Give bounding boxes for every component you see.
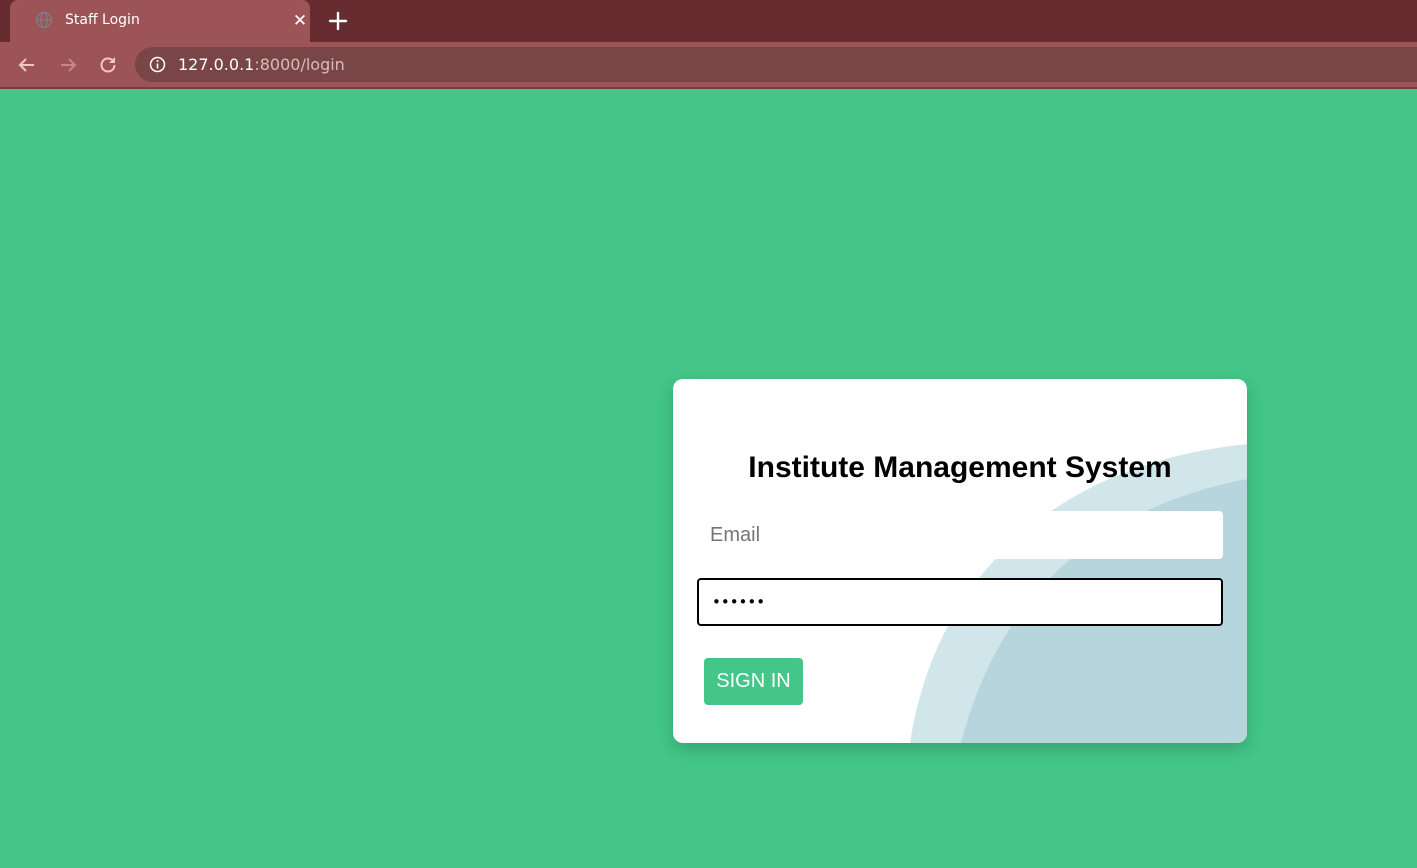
browser-chrome: Staff Login ✕ 127.0.0.1:8000/login xyxy=(0,0,1417,89)
reload-icon xyxy=(100,57,116,73)
tab-staff-login[interactable]: Staff Login ✕ xyxy=(10,0,310,42)
page-title: Institute Management System xyxy=(748,451,1172,484)
sign-in-button[interactable]: SIGN IN xyxy=(704,658,803,705)
toolbar-divider xyxy=(0,87,1417,89)
url-text: 127.0.0.1:8000/login xyxy=(178,55,345,74)
tab-title: Staff Login xyxy=(65,12,140,28)
close-icon[interactable]: ✕ xyxy=(290,11,310,31)
back-arrow-icon xyxy=(18,58,34,72)
password-field[interactable] xyxy=(697,578,1223,626)
browser-toolbar: 127.0.0.1:8000/login xyxy=(0,42,1417,87)
back-button[interactable] xyxy=(14,52,40,78)
forward-arrow-icon xyxy=(61,58,77,72)
url-host: 127.0.0.1 xyxy=(178,55,255,74)
email-field[interactable] xyxy=(697,511,1223,559)
login-card: Institute Management System SIGN IN xyxy=(673,379,1247,743)
forward-button[interactable] xyxy=(55,52,81,78)
globe-icon xyxy=(35,11,53,29)
plus-icon xyxy=(328,11,348,31)
reload-button[interactable] xyxy=(95,52,121,78)
address-bar[interactable]: 127.0.0.1:8000/login xyxy=(135,47,1417,82)
info-icon[interactable] xyxy=(149,56,166,73)
new-tab-button[interactable] xyxy=(325,8,351,34)
tab-strip: Staff Login ✕ xyxy=(0,0,1417,42)
url-path: :8000/login xyxy=(254,55,345,74)
